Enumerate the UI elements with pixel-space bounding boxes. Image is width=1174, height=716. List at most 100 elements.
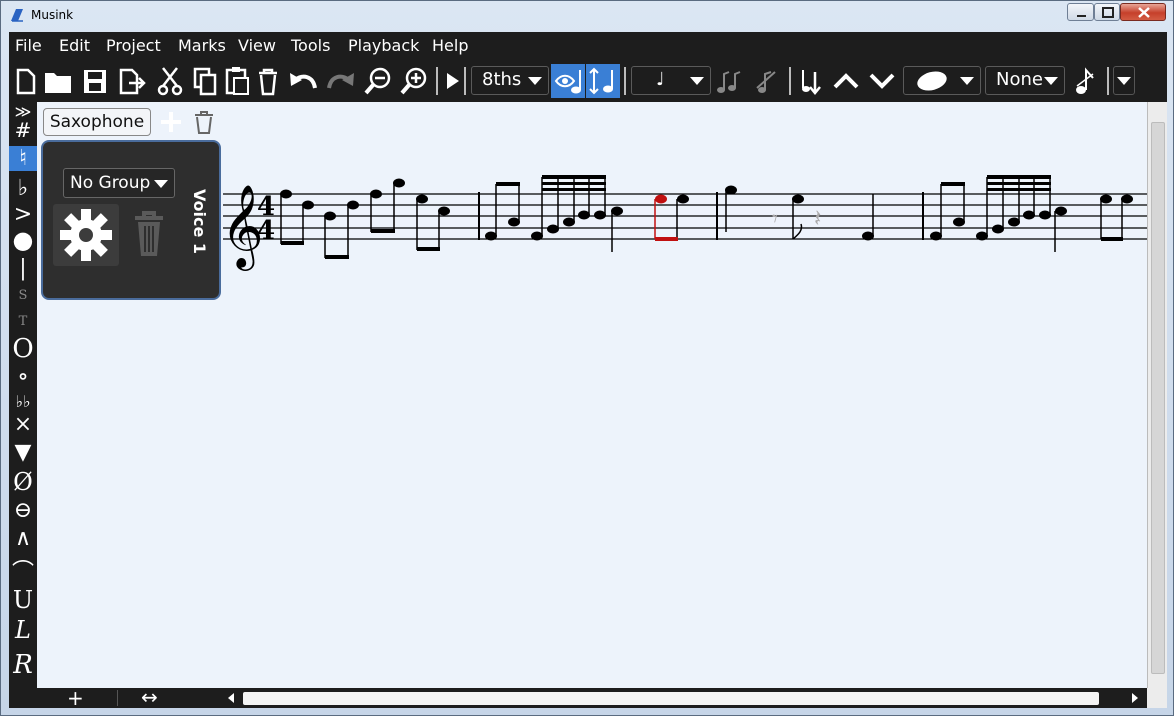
add-instrument-icon[interactable]: [157, 108, 185, 140]
menu-project[interactable]: Project: [106, 36, 161, 55]
horizontal-scroll-thumb[interactable]: [243, 692, 1099, 705]
slur-up-icon[interactable]: [831, 64, 861, 98]
chevron-down-icon: [1117, 77, 1131, 85]
tuplet-icon[interactable]: [715, 64, 745, 98]
menu-tools[interactable]: Tools: [291, 36, 330, 55]
paste-icon[interactable]: [223, 64, 251, 98]
vertical-scroll-thumb[interactable]: [1151, 122, 1165, 674]
palette-sharp[interactable]: #: [9, 118, 37, 142]
group-value: No Group: [70, 173, 151, 193]
palette-open[interactable]: Ø: [9, 468, 37, 496]
palette-flat[interactable]: ♭: [9, 176, 37, 201]
chevron-down-icon: [1044, 77, 1058, 85]
palette-fermata[interactable]: ⌒: [9, 554, 37, 586]
gear-icon: [60, 209, 112, 261]
save-icon[interactable]: [81, 64, 109, 98]
zoom-in-icon[interactable]: [399, 64, 429, 98]
menu-help[interactable]: Help: [432, 36, 468, 55]
stem-flip-icon[interactable]: [795, 64, 825, 98]
menu-marks[interactable]: Marks: [178, 36, 226, 55]
voice-settings-button[interactable]: [53, 204, 119, 266]
menu-bar: File Edit Project Marks View Tools Playb…: [9, 32, 1167, 60]
measure-1-notes[interactable]: [280, 178, 450, 221]
svg-text:𝄾: 𝄾: [772, 207, 778, 232]
palette-s[interactable]: S: [9, 288, 37, 303]
open-folder-icon[interactable]: [43, 64, 73, 98]
zoom-out-icon[interactable]: [363, 64, 393, 98]
minimize-button[interactable]: [1067, 3, 1094, 21]
resize-panel-button[interactable]: ↔: [141, 685, 158, 709]
palette-double-flat[interactable]: ♭♭: [9, 392, 37, 411]
toolbar-separator: [436, 67, 438, 95]
scroll-corner: [1147, 688, 1167, 708]
palette-marcato[interactable]: ∧: [9, 526, 37, 551]
delete-icon[interactable]: [255, 64, 281, 98]
redo-icon[interactable]: [325, 64, 357, 98]
head-style-value: None: [996, 69, 1043, 90]
toolbar-separator: [624, 67, 626, 95]
palette-double-sharp[interactable]: ×: [9, 412, 37, 437]
svg-text:𝄽: 𝄽: [814, 204, 821, 232]
title-bar: Musink: [1, 1, 1173, 31]
palette-left-hand[interactable]: L: [9, 616, 37, 644]
play-icon[interactable]: [443, 64, 463, 98]
split-notes-icon[interactable]: [751, 64, 781, 98]
menu-playback[interactable]: Playback: [348, 36, 419, 55]
palette-tenuto[interactable]: |: [9, 256, 37, 281]
voice-label[interactable]: Voice 1: [181, 182, 217, 262]
cut-icon[interactable]: [155, 64, 185, 98]
time-sig-bottom: 4: [257, 216, 275, 246]
scroll-left-icon[interactable]: [225, 692, 237, 704]
note-value-dropdown[interactable]: ♩: [631, 66, 711, 95]
scroll-right-icon[interactable]: [1129, 692, 1141, 704]
instrument-tab[interactable]: Saxophone: [43, 108, 151, 136]
toolbar: 8ths ♩ None: [9, 60, 1167, 102]
palette-stopped[interactable]: ∘: [9, 362, 37, 390]
copy-icon[interactable]: [191, 64, 219, 98]
show-hidden-icon[interactable]: [551, 64, 585, 98]
palette-harmonic[interactable]: O: [9, 334, 37, 364]
bottom-separator: [117, 690, 118, 706]
menu-file[interactable]: File: [15, 36, 42, 55]
maximize-button[interactable]: [1094, 3, 1120, 21]
undo-icon[interactable]: [287, 64, 319, 98]
window-title: Musink: [31, 8, 74, 22]
export-icon[interactable]: [117, 64, 147, 98]
measure-3-notes[interactable]: [654, 194, 689, 242]
notehead-dropdown[interactable]: [903, 66, 981, 95]
delete-voice-icon[interactable]: [129, 208, 169, 264]
note-value: ♩: [656, 69, 665, 90]
group-dropdown[interactable]: No Group: [63, 168, 175, 198]
palette-natural[interactable]: ♮: [9, 146, 37, 171]
slur-down-icon[interactable]: [867, 64, 897, 98]
voice-panel: No Group Voice 1: [41, 140, 221, 300]
horizontal-scrollbar[interactable]: [221, 688, 1147, 708]
menu-view[interactable]: View: [238, 36, 276, 55]
toolbar-separator: [464, 67, 466, 95]
measure-5-notes[interactable]: [930, 194, 1133, 241]
new-file-icon[interactable]: [13, 64, 39, 98]
palette-staccato[interactable]: ●: [9, 226, 37, 254]
toolbar-overflow-button[interactable]: [1113, 66, 1135, 95]
trash-icon[interactable]: [191, 108, 217, 140]
vertical-scrollbar[interactable]: [1147, 102, 1167, 688]
palette-up-bow[interactable]: U: [9, 586, 37, 614]
chevron-down-icon: [528, 77, 542, 85]
pitch-shift-icon[interactable]: [586, 64, 620, 98]
measure-2-notes[interactable]: [485, 206, 623, 241]
snap-value: 8ths: [482, 69, 522, 90]
close-button[interactable]: [1120, 3, 1166, 21]
palette-wedge[interactable]: ▼: [9, 440, 37, 465]
head-style-dropdown[interactable]: None: [985, 66, 1065, 95]
toolbar-separator: [789, 67, 791, 95]
palette-accent[interactable]: >: [9, 202, 37, 227]
palette-right-hand[interactable]: R: [9, 650, 37, 680]
snap-dropdown[interactable]: 8ths: [471, 66, 549, 95]
palette-t[interactable]: T: [9, 314, 37, 329]
musink-logo-icon: [11, 9, 23, 22]
instrument-panel: Saxophone No Group Voice 1: [39, 104, 223, 300]
menu-edit[interactable]: Edit: [59, 36, 90, 55]
add-staff-button[interactable]: +: [67, 686, 84, 710]
palette-half-stopped[interactable]: ⊖: [9, 498, 37, 523]
grace-note-icon[interactable]: [1071, 64, 1099, 98]
